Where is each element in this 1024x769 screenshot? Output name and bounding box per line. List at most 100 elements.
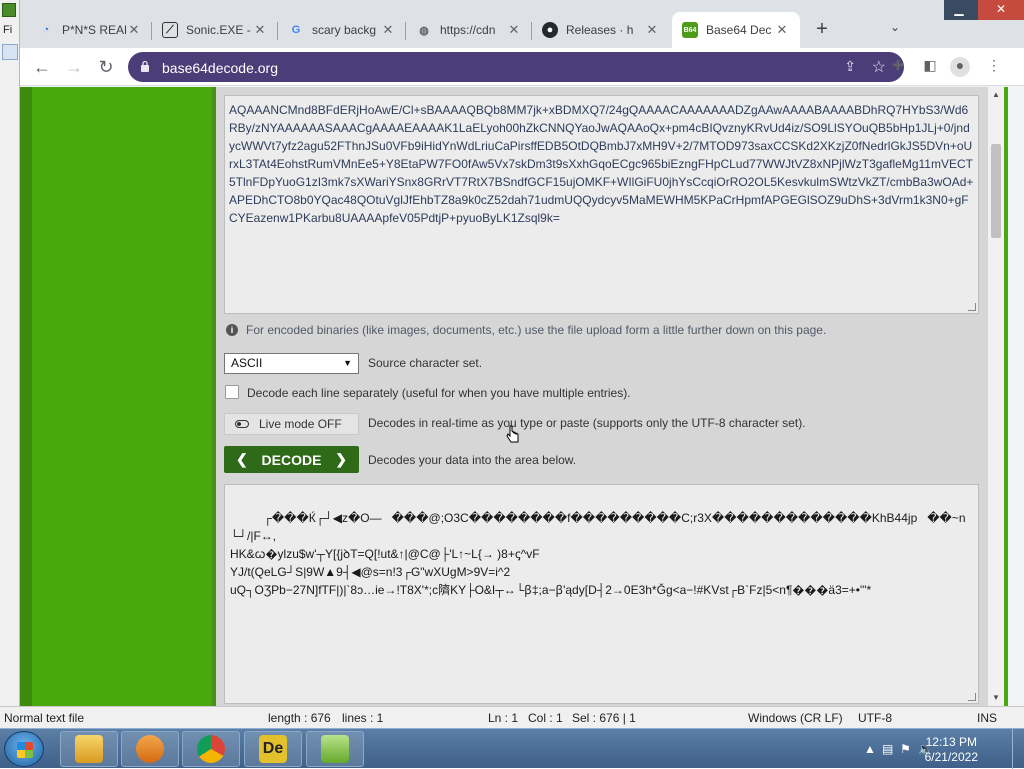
tab-4[interactable]: ◍ https://cdn ✕: [406, 12, 532, 48]
forward-button[interactable]: →: [62, 55, 86, 79]
charset-label: Source character set.: [368, 356, 482, 370]
tab-title: scary backg: [312, 23, 380, 37]
input-text: AQAAANCMnd8BFdERjHoAwE/Cl+sBAAAAQBQb8MM7…: [229, 103, 973, 225]
menu-file[interactable]: Fi: [3, 24, 12, 36]
tab-title: P*N*S REAL: [62, 23, 126, 37]
tab-6-active[interactable]: B64 Base64 Dec ✕: [672, 12, 800, 48]
sel-status: Sel : 676 | 1: [572, 711, 636, 725]
scroll-down-icon[interactable]: ▼: [988, 690, 1004, 706]
taskbar-de-app[interactable]: De: [244, 731, 302, 767]
page-scrollbar[interactable]: ▲ ▼: [988, 87, 1004, 706]
share-icon[interactable]: ⇪: [844, 58, 856, 75]
taskbar-explorer[interactable]: [60, 731, 118, 767]
charset-select[interactable]: ASCII ▼: [224, 353, 359, 374]
chevron-down-icon: ▼: [343, 358, 352, 368]
chevron-left-icon: ❮: [236, 451, 248, 468]
close-window-button[interactable]: ✕: [978, 0, 1024, 20]
taskbar-media-player[interactable]: [121, 731, 179, 767]
start-button[interactable]: [4, 731, 44, 767]
tab-title: Base64 Dec: [706, 23, 774, 37]
close-tab-icon[interactable]: ✕: [644, 22, 660, 38]
github-icon: ●: [542, 22, 558, 38]
chrome-icon: [197, 735, 225, 763]
blue-swirl-icon: ◔: [38, 22, 54, 38]
taskbar-notepad-plus-plus[interactable]: [306, 731, 364, 767]
toolbar-icon[interactable]: [2, 44, 18, 60]
menu-kebab-icon[interactable]: ⋮: [984, 57, 1004, 77]
decode-each-line-label: Decode each line separately (useful for …: [247, 386, 631, 400]
show-desktop-button[interactable]: [1012, 729, 1024, 769]
close-tab-icon[interactable]: ✕: [252, 22, 268, 38]
tab-2[interactable]: ⟋ Sonic.EXE - ✕: [152, 12, 278, 48]
back-button[interactable]: ←: [30, 55, 54, 79]
info-icon: i: [226, 324, 238, 336]
tab-strip: ◔ P*N*S REAL ✕ ⟋ Sonic.EXE - ✕ G scary b…: [20, 0, 1024, 48]
b64-icon: B64: [682, 22, 698, 38]
eol-status: Windows (CR LF): [748, 711, 843, 725]
tab-title: https://cdn: [440, 23, 506, 37]
clock[interactable]: 12:13 PM 6/21/2022: [925, 735, 978, 765]
encoded-input-textarea[interactable]: AQAAANCMnd8BFdERjHoAwE/Cl+sBAAAAQBQb8MM7…: [224, 95, 979, 314]
tab-3[interactable]: G scary backg ✕: [278, 12, 406, 48]
tab-title: Sonic.EXE -: [186, 23, 252, 37]
decode-button[interactable]: ❮ DECODE ❯: [224, 446, 359, 473]
extensions-icon[interactable]: ✚: [888, 57, 908, 77]
de-app-icon: De: [259, 735, 287, 763]
clock-time: 12:13 PM: [925, 735, 978, 750]
notepad-plus-plus-icon: [321, 735, 349, 763]
hand-cursor-icon: [506, 425, 520, 445]
tab-title: Releases · h: [566, 23, 644, 37]
url-text: base64decode.org: [162, 60, 278, 76]
close-tab-icon[interactable]: ✕: [774, 22, 790, 38]
insert-mode-status: INS: [977, 711, 997, 725]
lines-status: lines : 1: [342, 711, 383, 725]
web-page: AQAAANCMnd8BFdERjHoAwE/Cl+sBAAAAQBQb8MM7…: [20, 87, 1008, 706]
resize-handle[interactable]: [968, 303, 976, 311]
globe-icon: ◍: [416, 22, 432, 38]
app-icon: [2, 3, 16, 17]
close-tab-icon[interactable]: ✕: [506, 22, 522, 38]
close-tab-icon[interactable]: ✕: [380, 22, 396, 38]
taskbar-chrome[interactable]: [182, 731, 240, 767]
reload-button[interactable]: ↻: [94, 55, 118, 79]
new-tab-button[interactable]: +: [810, 17, 834, 41]
bookmark-star-icon[interactable]: ☆: [872, 57, 886, 77]
windows-logo-icon: [17, 742, 33, 758]
live-mode-label: Live mode OFF: [259, 417, 342, 431]
network-icon[interactable]: ▤: [882, 742, 893, 756]
resize-handle[interactable]: [968, 693, 976, 701]
file-type-status: Normal text file: [4, 711, 84, 725]
tab-1[interactable]: ◔ P*N*S REAL ✕: [28, 12, 152, 48]
media-player-icon: [136, 735, 164, 763]
address-bar[interactable]: base64decode.org ⇪ ☆: [128, 52, 904, 82]
left-green-panel: [32, 87, 212, 706]
folder-icon: [75, 735, 103, 763]
flag-icon[interactable]: ⚑: [900, 742, 911, 756]
minimize-button[interactable]: ▁: [944, 0, 974, 20]
profile-avatar-icon[interactable]: ●: [950, 57, 970, 77]
system-tray: ▲ ▤ ⚑ 🔈 12:13 PM 6/21/2022: [834, 729, 1024, 769]
decode-description: Decodes your data into the area below.: [368, 453, 576, 467]
browser-toolbar: ← → ↻ base64decode.org ⇪ ☆ ✚ ◧ ● ⋮: [20, 48, 1024, 86]
scroll-up-icon[interactable]: ▲: [988, 87, 1004, 103]
side-panel-icon[interactable]: ◧: [920, 57, 940, 77]
tab-5[interactable]: ● Releases · h ✕: [532, 12, 670, 48]
length-status: length : 676: [268, 711, 331, 725]
live-mode-button[interactable]: Live mode OFF: [224, 413, 359, 435]
ln-status: Ln : 1: [488, 711, 518, 725]
decode-each-line-checkbox[interactable]: [225, 385, 239, 399]
background-app-window: Fi: [0, 0, 20, 706]
decode-label: DECODE: [262, 452, 322, 468]
show-hidden-icons-icon[interactable]: ▲: [864, 742, 876, 756]
encoding-status: UTF-8: [858, 711, 892, 725]
tab-search-chevron-icon[interactable]: ⌄: [890, 20, 900, 34]
decoded-output-textarea[interactable]: ┌���Ќ┌┘◀z�O— ���@;O3C��������f���������C…: [224, 484, 979, 704]
taskbar: De ▲ ▤ ⚑ 🔈 12:13 PM 6/21/2022: [0, 728, 1024, 768]
close-tab-icon[interactable]: ✕: [126, 22, 142, 38]
charset-value: ASCII: [231, 356, 262, 370]
scroll-thumb[interactable]: [991, 144, 1001, 238]
desktop: Fi ◔ P*N*S REAL ✕ ⟋ Sonic.EXE - ✕ G scar…: [0, 0, 1024, 768]
lock-icon: [140, 60, 150, 72]
game-icon: ⟋: [162, 22, 178, 38]
info-note: i For encoded binaries (like images, doc…: [226, 323, 826, 337]
